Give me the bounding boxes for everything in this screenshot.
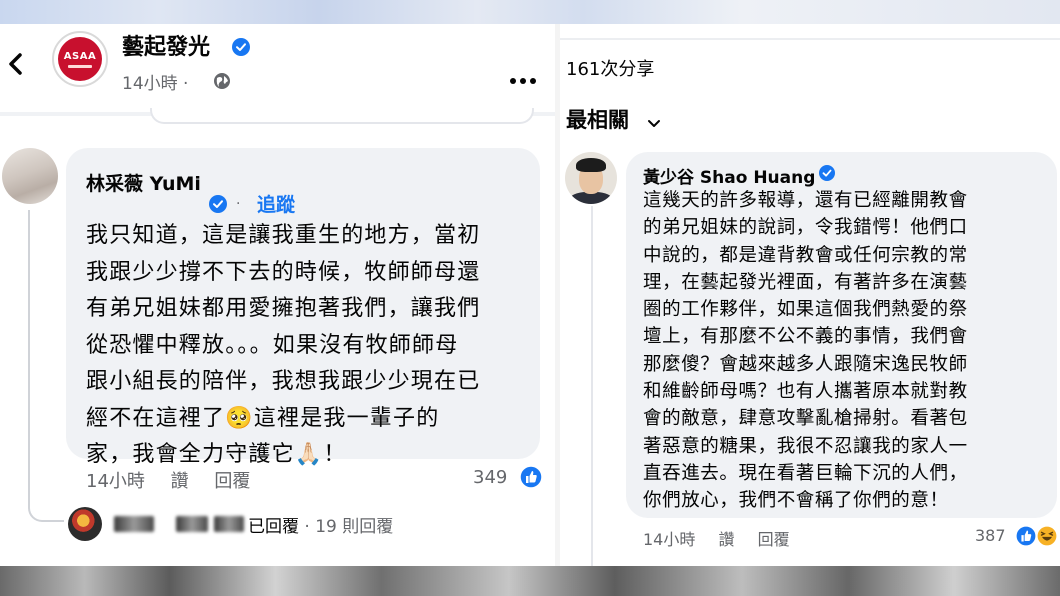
avatar-hair	[576, 158, 606, 172]
post-timestamp[interactable]: 14小時 ·	[122, 69, 188, 94]
bottom-blurred-band	[0, 566, 1060, 596]
page-logo-subtext	[68, 64, 92, 68]
verified-badge-icon	[232, 38, 250, 56]
verified-badge-icon	[209, 195, 227, 213]
more-options-button[interactable]	[508, 72, 538, 84]
blurred-reply-name	[114, 516, 154, 532]
comment-author-name[interactable]: 林采薇 YuMi	[86, 169, 201, 196]
share-count[interactable]: 161次分享	[566, 55, 654, 81]
reply-button[interactable]: 回覆	[214, 471, 250, 492]
reaction-count[interactable]: 387	[975, 526, 1006, 545]
back-button[interactable]	[4, 50, 28, 78]
page-name[interactable]: 藝起發光	[122, 29, 210, 61]
like-button[interactable]: 讚	[171, 471, 189, 492]
previous-comment-edge	[150, 108, 534, 124]
comment-text: 這幾天的許多報導，還有已經離開教會 的弟兄姐妹的說詞，令我錯愕！他們口 中說的，…	[643, 190, 968, 512]
reply-count: · 19 則回覆	[304, 517, 394, 537]
reaction-count[interactable]: 349	[473, 467, 507, 488]
blurred-reply-name	[176, 516, 208, 532]
like-reaction-icon[interactable]	[519, 465, 543, 489]
blurred-reply-name	[214, 516, 244, 532]
follow-button[interactable]: 追蹤	[257, 190, 295, 217]
right-top-divider	[560, 38, 1060, 40]
comment-actions: 14小時 讚 回覆	[86, 467, 270, 493]
verified-badge-icon	[819, 165, 835, 181]
comment-text: 我只知道，這是讓我重生的地方，當初 我跟少少撐不下去的時候，牧師師母還 有弟兄姐…	[86, 223, 481, 467]
comment-actions: 14小時 讚 回覆	[643, 526, 808, 550]
sort-selector[interactable]: 最相關	[566, 104, 629, 134]
comment-author-name[interactable]: 黃少谷 Shao Huang	[643, 163, 815, 188]
reply-thread-line	[28, 210, 64, 522]
like-reaction-icon[interactable]	[1015, 525, 1037, 547]
comment-author-avatar[interactable]	[565, 152, 617, 204]
haha-reaction-icon[interactable]	[1036, 525, 1058, 547]
reply-button[interactable]: 回覆	[758, 530, 790, 549]
comment-timestamp[interactable]: 14小時	[86, 471, 145, 492]
reply-thread-line	[591, 206, 593, 566]
globe-icon	[213, 72, 231, 90]
top-blurred-band	[0, 0, 1060, 24]
comment-author-avatar[interactable]	[2, 148, 58, 204]
separator-dot: ·	[236, 196, 241, 212]
back-arrow-icon	[9, 53, 22, 75]
view-replies-link[interactable]: 已回覆 · 19 則回覆	[248, 512, 393, 537]
page-logo: ASAA	[58, 37, 102, 81]
chevron-down-icon[interactable]	[647, 114, 661, 127]
page-avatar[interactable]: ASAA	[52, 31, 108, 87]
comment-timestamp[interactable]: 14小時	[643, 530, 695, 549]
replied-label: 已回覆	[248, 517, 299, 537]
more-options-icon	[510, 78, 536, 84]
reply-author-avatar[interactable]	[68, 507, 102, 541]
like-button[interactable]: 讚	[718, 530, 734, 549]
page-logo-text: ASAA	[63, 50, 97, 62]
